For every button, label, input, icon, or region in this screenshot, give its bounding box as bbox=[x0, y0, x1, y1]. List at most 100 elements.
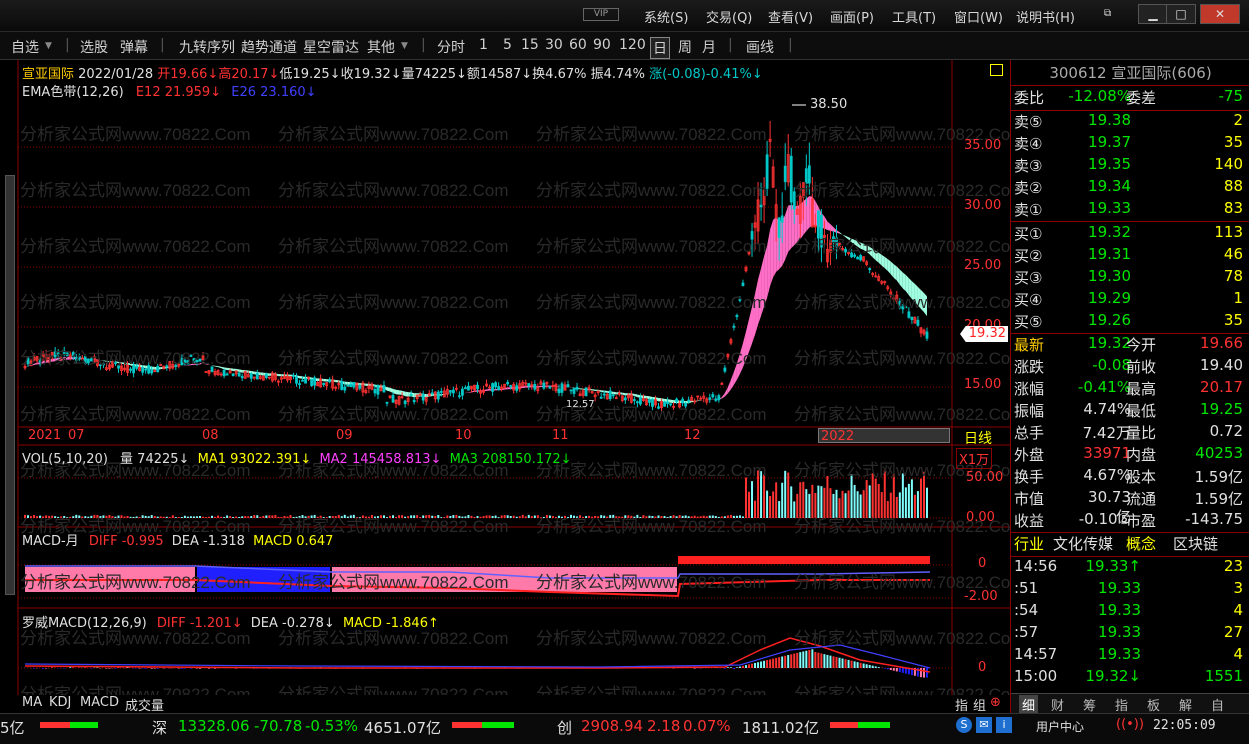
tab-ma[interactable]: MA bbox=[22, 695, 42, 713]
ema-band-segment bbox=[785, 205, 789, 260]
minimize-button[interactable]: ▁ bbox=[1138, 4, 1168, 24]
tab-index[interactable]: 指 bbox=[955, 695, 968, 714]
info-icon[interactable]: i bbox=[996, 717, 1012, 733]
watermark-text: 分析家公式网www.70822.Com bbox=[536, 237, 767, 256]
candle-body bbox=[343, 386, 347, 391]
toolbar-zixuan[interactable]: 自选 bbox=[11, 37, 39, 57]
toolbar-jiuzhuan[interactable]: 九转序列 bbox=[179, 37, 235, 57]
concept-value[interactable]: 区块链 bbox=[1173, 533, 1218, 554]
tab-macd[interactable]: MACD bbox=[80, 695, 119, 713]
user-center[interactable]: 用户中心 bbox=[1036, 718, 1084, 735]
period-week[interactable]: 周 bbox=[678, 37, 692, 57]
vol-axis-label: 0.00 bbox=[966, 510, 995, 525]
period-30[interactable]: 30 bbox=[545, 37, 563, 53]
close-button[interactable]: ✕ bbox=[1200, 4, 1240, 24]
luowei-macd-bar bbox=[811, 649, 814, 668]
period-60[interactable]: 60 bbox=[569, 37, 587, 53]
luowei-macd-bar bbox=[823, 654, 826, 668]
candle-body bbox=[675, 398, 678, 402]
candle-body bbox=[373, 389, 377, 394]
watermark-text: 分析家公式网www.70822.Com bbox=[794, 237, 1010, 256]
vip-badge[interactable]: VIP bbox=[583, 8, 619, 21]
title-bar: VIP 系统(S) 交易(Q) 查看(V) 画面(P) 工具(T) 窗口(W) … bbox=[0, 0, 1249, 32]
ema-band-segment bbox=[893, 264, 897, 281]
settings-icon[interactable] bbox=[990, 64, 1003, 76]
period-month[interactable]: 月 bbox=[702, 37, 716, 57]
add-icon[interactable]: ⊕ bbox=[990, 695, 1001, 713]
period-1[interactable]: 1 bbox=[479, 37, 488, 53]
time-scroll-thumb[interactable]: 2022 bbox=[818, 428, 950, 444]
watermark-text: 分析家公式网www.70822.Com bbox=[278, 629, 509, 648]
toolbar-danmu[interactable]: 弹幕 bbox=[120, 37, 148, 57]
period-15[interactable]: 15 bbox=[521, 37, 539, 53]
panel-tab[interactable]: 指 bbox=[1115, 695, 1128, 714]
toolbar-separator: | bbox=[421, 37, 426, 53]
candle-body bbox=[439, 391, 443, 393]
volume-bar bbox=[271, 515, 274, 518]
tab-kdj[interactable]: KDJ bbox=[49, 695, 71, 713]
price-axis-label: 25.00 bbox=[964, 258, 1002, 273]
s-icon[interactable]: S bbox=[956, 717, 972, 733]
industry-value[interactable]: 文化传媒 bbox=[1053, 533, 1113, 554]
stat-value: 19.66 bbox=[1200, 334, 1243, 352]
menu-window[interactable]: 窗口(W) bbox=[954, 7, 1003, 26]
watermark-text: 分析家公式网www.70822.Com bbox=[536, 125, 767, 144]
sell-label: 卖② bbox=[1014, 179, 1043, 197]
cy-index: 2908.94 bbox=[581, 717, 644, 735]
panel-tab[interactable]: 细 bbox=[1019, 695, 1039, 714]
dropdown-icon[interactable]: ▼ bbox=[45, 41, 52, 51]
toolbar-xuangu[interactable]: 选股 bbox=[80, 37, 108, 57]
period-120[interactable]: 120 bbox=[619, 37, 646, 53]
menu-help[interactable]: 说明书(H) bbox=[1016, 7, 1075, 26]
stat-label: 换手 bbox=[1014, 468, 1045, 486]
volume-bar bbox=[262, 515, 265, 518]
maximize-button[interactable]: □ bbox=[1166, 4, 1196, 24]
toolbar-other[interactable]: 其他 bbox=[367, 37, 395, 57]
toolbar-radar[interactable]: 星空雷达 bbox=[303, 37, 359, 57]
candle-body bbox=[717, 395, 721, 401]
stat-row: 换手 4.67% 股本 1.59亿 bbox=[1011, 466, 1249, 488]
menu-tools[interactable]: 工具(T) bbox=[892, 7, 936, 26]
dropdown-icon[interactable]: ▼ bbox=[401, 41, 408, 51]
toolbar-draw[interactable]: 画线 bbox=[746, 37, 774, 57]
volume-bar bbox=[907, 483, 910, 518]
restore-icon[interactable]: ⧉ bbox=[1104, 8, 1111, 19]
candle-body bbox=[527, 383, 531, 387]
toolbar-trend-channel[interactable]: 趋势通道 bbox=[241, 37, 297, 57]
tick-volume: 27 bbox=[1223, 623, 1243, 641]
kline-svg[interactable]: 分析家公式网www.70822.Com 分析家公式网www.70822.Com 分析… bbox=[0, 60, 1010, 695]
volume-bar bbox=[910, 479, 913, 518]
period-90[interactable]: 90 bbox=[593, 37, 611, 53]
candle-body bbox=[859, 255, 863, 261]
macd-month-macd: MACD 0.647 bbox=[253, 534, 334, 549]
luowei-macd-bar bbox=[693, 668, 696, 669]
menu-view[interactable]: 查看(V) bbox=[768, 7, 813, 26]
tab-group[interactable]: 组 bbox=[973, 695, 986, 714]
panel-tab[interactable]: 财 bbox=[1051, 695, 1064, 714]
period-fenshi[interactable]: 分时 bbox=[437, 37, 465, 57]
chat-icon[interactable]: ✉ bbox=[976, 717, 992, 733]
tab-volume[interactable]: 成交量 bbox=[125, 695, 164, 714]
tick-row: 14:57 19.33 4 bbox=[1011, 645, 1249, 667]
sell-label: 卖③ bbox=[1014, 157, 1043, 175]
menu-screen[interactable]: 画面(P) bbox=[830, 7, 874, 26]
period-day[interactable]: 日 bbox=[650, 37, 670, 59]
sell-label: 卖⑤ bbox=[1014, 113, 1043, 131]
candle-body bbox=[602, 393, 606, 396]
period-5[interactable]: 5 bbox=[503, 37, 512, 53]
volume-bar bbox=[865, 480, 868, 518]
panel-tab[interactable]: 板 bbox=[1147, 695, 1160, 714]
sz-amount: 4651.07亿 bbox=[364, 719, 442, 737]
scrollbar[interactable] bbox=[5, 175, 15, 595]
candle-body bbox=[741, 282, 745, 287]
menu-system[interactable]: 系统(S) bbox=[644, 7, 688, 26]
volume-bar bbox=[880, 492, 883, 518]
panel-tab[interactable]: 解 bbox=[1179, 695, 1192, 714]
panel-tab[interactable]: 筹 bbox=[1083, 695, 1096, 714]
luowei-macd-bar bbox=[826, 654, 829, 668]
menu-trade[interactable]: 交易(Q) bbox=[706, 7, 752, 26]
panel-tab[interactable]: 自 bbox=[1211, 695, 1224, 714]
chart-area[interactable]: 分析家公式网www.70822.Com 分析家公式网www.70822.Com 分析… bbox=[0, 60, 1010, 695]
luowei-macd-bar bbox=[153, 668, 156, 669]
ema-band-segment bbox=[730, 371, 734, 390]
